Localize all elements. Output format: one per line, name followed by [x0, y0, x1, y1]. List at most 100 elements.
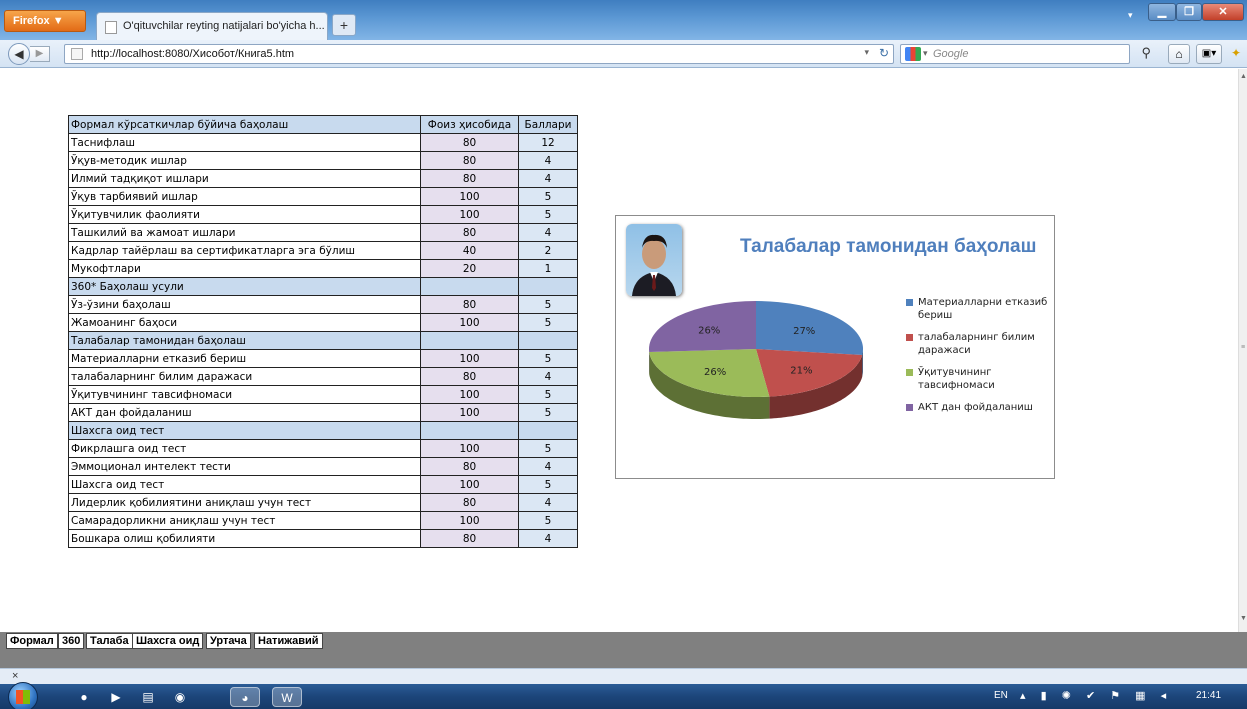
points-cell: 5 — [518, 403, 578, 422]
windows-logo-icon — [16, 690, 30, 704]
legend-label: Ўқитувчининг тавсифномаси — [918, 367, 995, 391]
language-indicator[interactable]: EN — [994, 690, 1008, 701]
close-findbar-icon[interactable]: × — [12, 670, 18, 682]
new-tab-button[interactable]: + — [332, 14, 356, 36]
page-icon — [71, 48, 83, 60]
pie-data-label: 21% — [790, 365, 812, 376]
points-cell: 5 — [518, 205, 578, 224]
sheet-tab[interactable]: 360 — [58, 633, 85, 649]
find-bar: × — [0, 668, 1247, 684]
forward-arrow-icon[interactable]: ▶ — [30, 46, 50, 62]
google-icon[interactable] — [905, 47, 921, 61]
pie-plot: 27% 21% 26% 26% — [648, 301, 864, 419]
sheet-tab[interactable]: Талаба — [86, 633, 133, 649]
legend-swatch — [906, 404, 913, 411]
home-icon[interactable]: ⌂ — [1168, 44, 1190, 64]
file-explorer-taskbar-icon[interactable]: ▤ — [138, 687, 158, 707]
points-cell: 4 — [518, 367, 578, 386]
sheet-tab[interactable]: Уртача — [206, 633, 251, 649]
legend-swatch — [906, 334, 913, 341]
table-row: Фикрлашга оид тест 100 5 — [68, 439, 578, 458]
pie-data-label: 26% — [704, 367, 726, 378]
column-header: Баллари — [518, 115, 578, 134]
percent-cell: 80 — [420, 223, 519, 242]
chrome-taskbar-icon[interactable]: ◉ — [170, 687, 190, 707]
points-cell: 4 — [518, 457, 578, 476]
pie-data-label: 26% — [698, 325, 720, 336]
search-engine-dropdown-icon[interactable]: ▾ — [923, 48, 928, 59]
chart-legend: Материалларни етказиб бериш талабаларнин… — [906, 296, 1051, 423]
search-input[interactable]: Google — [933, 48, 968, 60]
percent-cell: 100 — [420, 403, 519, 422]
legend-label: Материалларни етказиб бериш — [918, 297, 1048, 321]
maximize-button[interactable]: ❐ — [1176, 3, 1202, 21]
search-bar[interactable]: ▾ Google ⚲ — [900, 44, 1151, 64]
window-titlebar: Firefox ▼ O'qituvchilar reyting natijala… — [0, 0, 1247, 40]
minimize-button[interactable]: ▁ — [1148, 3, 1176, 21]
percent-cell: 100 — [420, 313, 519, 332]
system-tray-icons[interactable]: ▴ ▮ ✺ ✔ ⚑ ▦ ◂ — [1020, 689, 1172, 702]
criterion-name: Илмий тадқиқот ишлари — [68, 169, 421, 188]
table-row: Эммоционал интелект тести 80 4 — [68, 457, 578, 476]
scroll-grip-icon[interactable]: ≡ — [1241, 344, 1245, 351]
legend-swatch — [906, 369, 913, 376]
media-player-taskbar-icon[interactable]: ▶ — [106, 687, 126, 707]
criterion-name: 360* Баҳолаш усули — [68, 277, 421, 296]
clock[interactable]: 21:41 — [1196, 690, 1221, 701]
table-row: талабаларнинг билим даражаси 80 4 — [68, 367, 578, 386]
browser-taskbar-icon[interactable]: ● — [74, 687, 94, 707]
points-cell — [518, 421, 578, 440]
criterion-name: Бошкара олиш қобилияти — [68, 529, 421, 548]
sheet-tab[interactable]: Формал — [6, 633, 58, 649]
section-header-row: Шахсга оид тест — [68, 421, 578, 440]
table-row: Материалларни етказиб бериш 100 5 — [68, 349, 578, 368]
reload-icon[interactable]: ↻ — [879, 46, 889, 60]
browser-tab[interactable]: O'qituvchilar reyting natijalari bo'yich… — [96, 12, 328, 40]
points-cell: 4 — [518, 493, 578, 512]
sheet-tab[interactable]: Натижавий — [254, 633, 323, 649]
table-row: Ўқитувчининг тавсифномаси 100 5 — [68, 385, 578, 404]
criterion-name: АКТ дан фойдаланиш — [68, 403, 421, 422]
percent-cell: 80 — [420, 529, 519, 548]
percent-cell: 100 — [420, 205, 519, 224]
points-cell — [518, 331, 578, 350]
criterion-name: Жамоанинг баҳоси — [68, 313, 421, 332]
sheet-tab[interactable]: Шахсга оид — [132, 633, 204, 649]
legend-label: талабаларнинг билим даражаси — [918, 332, 1035, 356]
criterion-name: Талабалар тамонидан баҳолаш — [68, 331, 421, 350]
windows-taskbar: ● ▶ ▤ ◉ ◕ W EN ▴ ▮ ✺ ✔ ⚑ ▦ ◂ 21:41 — [0, 682, 1247, 709]
history-dropdown-icon[interactable]: ▾ — [864, 47, 869, 58]
points-cell: 5 — [518, 295, 578, 314]
page-icon — [105, 21, 117, 34]
criterion-name: Шахсга оид тест — [68, 475, 421, 494]
firefox-taskbar-icon[interactable]: ◕ — [230, 687, 260, 707]
firefox-menu-button[interactable]: Firefox ▼ — [4, 10, 86, 32]
page-content: Формал кўрсаткичлар бўйича баҳолаш Фоиз ҳ… — [0, 69, 1238, 632]
back-arrow-icon[interactable]: ◀ — [8, 43, 30, 65]
points-cell: 4 — [518, 529, 578, 548]
start-button[interactable] — [8, 682, 38, 709]
legend-item: Материалларни етказиб бериш — [906, 296, 1051, 322]
legend-item: талабаларнинг билим даражаси — [906, 331, 1051, 357]
word-taskbar-icon[interactable]: W — [272, 687, 302, 707]
criterion-name: Эммоционал интелект тести — [68, 457, 421, 476]
tab-list-chevron-icon[interactable]: ▾ — [1128, 10, 1133, 21]
url-text[interactable]: http://localhost:8080/Хисобот/Книга5.htm — [91, 48, 294, 60]
percent-cell: 20 — [420, 259, 519, 278]
close-button[interactable]: ✕ — [1202, 3, 1244, 21]
scroll-down-icon[interactable]: ▼ — [1240, 615, 1247, 622]
scroll-up-icon[interactable]: ▲ — [1240, 73, 1247, 80]
vertical-scrollbar[interactable]: ▲ ≡ ▼ — [1238, 69, 1247, 632]
percent-cell: 80 — [420, 367, 519, 386]
criterion-name: Шахсга оид тест — [68, 421, 421, 440]
points-cell: 2 — [518, 241, 578, 260]
bookmarks-icon[interactable]: ▣▾ — [1196, 44, 1222, 64]
percent-cell: 80 — [420, 151, 519, 170]
percent-cell: 80 — [420, 133, 519, 152]
table-header-row: Формал кўрсаткичлар бўйича баҳолаш Фоиз ҳ… — [68, 115, 578, 134]
address-bar[interactable]: http://localhost:8080/Хисобот/Книга5.htm… — [64, 44, 894, 64]
addon-icon[interactable]: ✦ — [1226, 44, 1246, 64]
points-cell: 5 — [518, 349, 578, 368]
magnifier-icon[interactable]: ⚲ — [1141, 45, 1151, 61]
criterion-name: Ўқитувчининг тавсифномаси — [68, 385, 421, 404]
